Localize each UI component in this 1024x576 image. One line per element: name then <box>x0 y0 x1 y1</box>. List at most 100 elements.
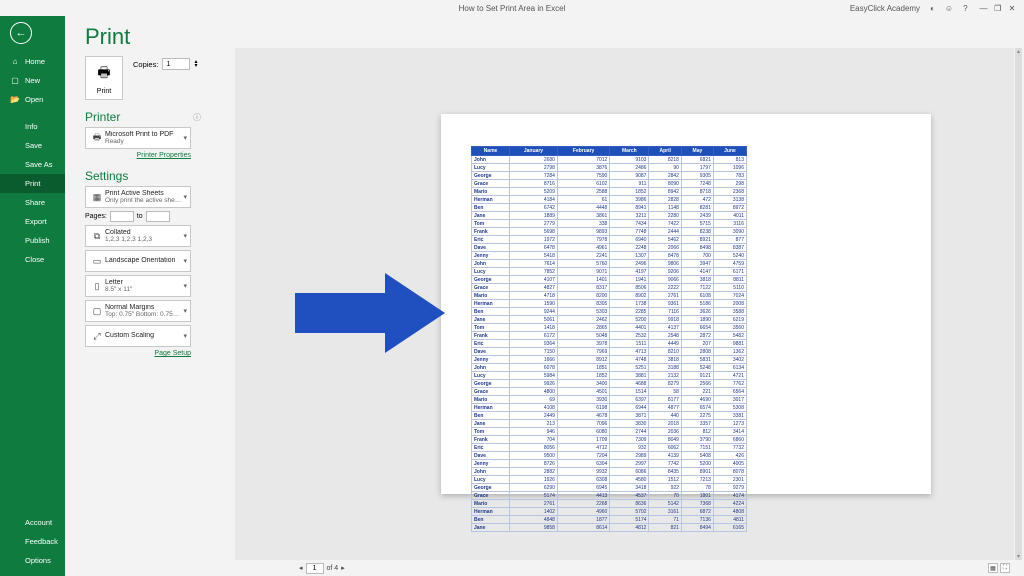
nav-publish-label: Publish <box>25 236 50 245</box>
margins-title: Normal Margins <box>105 304 181 312</box>
nav-print-label: Print <box>25 179 40 188</box>
nav-saveas-label: Save As <box>25 160 53 169</box>
collated-icon: ⧉ <box>89 228 105 244</box>
paper-sub: 8.5" x 11" <box>105 286 181 293</box>
nav-saveas[interactable]: Save As <box>0 155 65 174</box>
minimize-button[interactable]: — <box>978 4 990 13</box>
pages-from-input[interactable] <box>110 211 134 222</box>
nav-new[interactable]: ▢New <box>0 71 65 90</box>
back-button[interactable]: ← <box>10 22 32 44</box>
margins-dropdown[interactable]: ▢ Normal MarginsTop: 0.75" Bottom: 0.75"… <box>85 300 191 322</box>
printer-info-icon[interactable]: ⓘ <box>193 112 201 123</box>
nav-home[interactable]: ⌂ Home <box>0 52 65 71</box>
nav-share-label: Share <box>25 198 45 207</box>
print-what-title: Print Active Sheets <box>105 190 181 198</box>
printer-heading: Printer <box>85 110 120 124</box>
nav-open-label: Open <box>25 95 43 104</box>
restore-button[interactable]: ❐ <box>992 4 1004 13</box>
nav-options-label: Options <box>25 556 51 565</box>
show-margins-button[interactable]: ▦ <box>988 563 998 573</box>
print-title: Print <box>85 24 201 50</box>
collated-dropdown[interactable]: ⧉ Collated1,2,3 1,2,3 1,2,3 ▾ <box>85 225 191 247</box>
scaling-dropdown[interactable]: ⤢ Custom Scaling ▾ <box>85 325 191 347</box>
orientation-title: Landscape Orientation <box>105 257 181 265</box>
print-panel: Print 🖶 Print Copies: ▴▾ Printer ⓘ 🖶 Micr… <box>65 16 215 359</box>
print-what-dropdown[interactable]: ▦ Print Active SheetsOnly print the acti… <box>85 186 191 208</box>
preview-scrollbar[interactable] <box>1015 48 1022 560</box>
nav-home-label: Home <box>25 57 45 66</box>
print-what-sub: Only print the active sheets <box>105 197 181 204</box>
account-name[interactable]: EasyClick Academy <box>850 4 920 13</box>
chevron-down-icon: ▾ <box>183 332 187 340</box>
account-icon[interactable]: ◐ <box>930 4 935 13</box>
page-number-input[interactable] <box>306 563 324 574</box>
print-backstage: Print 🖶 Print Copies: ▴▾ Printer ⓘ 🖶 Micr… <box>65 16 1024 576</box>
window-title: How to Set Print Area in Excel <box>459 4 566 13</box>
pages-to-input[interactable] <box>146 211 170 222</box>
chevron-down-icon: ▾ <box>183 232 187 240</box>
nav-new-label: New <box>25 76 40 85</box>
printer-dropdown[interactable]: 🖶 Microsoft Print to PDFReady ▾ <box>85 127 191 149</box>
copies-input[interactable] <box>162 58 190 70</box>
print-button[interactable]: 🖶 Print <box>85 56 123 100</box>
pager: ◂ of 4 ▸ ▦ ⛶ <box>235 560 1014 576</box>
printer-properties-link[interactable]: Printer Properties <box>85 152 191 159</box>
collated-sub: 1,2,3 1,2,3 1,2,3 <box>105 236 181 243</box>
nav-close[interactable]: Close <box>0 250 65 269</box>
printer-status: Ready <box>105 138 181 145</box>
printer-device-icon: 🖶 <box>89 130 105 146</box>
open-icon: 📂 <box>10 95 20 105</box>
printer-icon: 🖶 <box>97 62 110 86</box>
chevron-down-icon: ▾ <box>183 282 187 290</box>
zoom-to-page-button[interactable]: ⛶ <box>1000 563 1010 573</box>
pages-label: Pages: <box>85 213 107 220</box>
copies-spinner[interactable]: ▴▾ <box>194 60 197 68</box>
pages-to-label: to <box>137 213 143 220</box>
chevron-down-icon: ▾ <box>183 193 187 201</box>
nav-publish[interactable]: Publish <box>0 231 65 250</box>
chevron-down-icon: ▾ <box>183 257 187 265</box>
orientation-dropdown[interactable]: ▭ Landscape Orientation ▾ <box>85 250 191 272</box>
margins-icon: ▢ <box>89 303 105 319</box>
chevron-down-icon: ▾ <box>183 307 187 315</box>
settings-heading: Settings <box>85 169 128 183</box>
nav-info[interactable]: Info <box>0 117 65 136</box>
page-of-label: of 4 <box>327 565 339 572</box>
page-prev-button[interactable]: ◂ <box>299 564 303 572</box>
paper-icon: ▯ <box>89 278 105 294</box>
titlebar: How to Set Print Area in Excel EasyClick… <box>0 0 1024 16</box>
arrow-left-icon: ← <box>16 27 27 39</box>
nav-save[interactable]: Save <box>0 136 65 155</box>
page-setup-link[interactable]: Page Setup <box>85 350 191 357</box>
margins-sub: Top: 0.75" Bottom: 0.75" Left... <box>105 311 181 318</box>
orientation-icon: ▭ <box>89 253 105 269</box>
paper-dropdown[interactable]: ▯ Letter8.5" x 11" ▾ <box>85 275 191 297</box>
nav-account[interactable]: Account <box>0 513 65 532</box>
nav-print[interactable]: Print <box>0 174 65 193</box>
copies-label: Copies: <box>133 60 158 69</box>
nav-share[interactable]: Share <box>0 193 65 212</box>
nav-options[interactable]: Options <box>0 551 65 570</box>
preview-sheet: NameJanuaryFebruaryMarchAprilMayJuneJohn… <box>471 146 747 532</box>
help-icon[interactable]: ? <box>963 4 967 13</box>
nav-export-label: Export <box>25 217 47 226</box>
scaling-title: Custom Scaling <box>105 332 181 340</box>
nav-open[interactable]: 📂 Open <box>0 90 65 109</box>
print-button-label: Print <box>97 88 111 95</box>
preview-page: NameJanuaryFebruaryMarchAprilMayJuneJohn… <box>441 114 931 494</box>
printer-name: Microsoft Print to PDF <box>105 131 181 139</box>
paper-title: Letter <box>105 279 181 287</box>
emoji-icon[interactable]: ☺ <box>945 4 953 13</box>
close-button[interactable]: ✕ <box>1006 4 1018 13</box>
home-icon: ⌂ <box>10 57 20 67</box>
nav-feedback[interactable]: Feedback <box>0 532 65 551</box>
nav-feedback-label: Feedback <box>25 537 58 546</box>
print-preview: NameJanuaryFebruaryMarchAprilMayJuneJohn… <box>235 48 1014 560</box>
nav-close-label: Close <box>25 255 44 264</box>
backstage-sidebar: ← ⌂ Home ▢New 📂 Open Info Save Save As Pri… <box>0 16 65 576</box>
chevron-down-icon: ▾ <box>183 134 187 142</box>
nav-account-label: Account <box>25 518 52 527</box>
nav-export[interactable]: Export <box>0 212 65 231</box>
page-next-button[interactable]: ▸ <box>341 564 345 572</box>
data-table: NameJanuaryFebruaryMarchAprilMayJuneJohn… <box>471 146 747 532</box>
